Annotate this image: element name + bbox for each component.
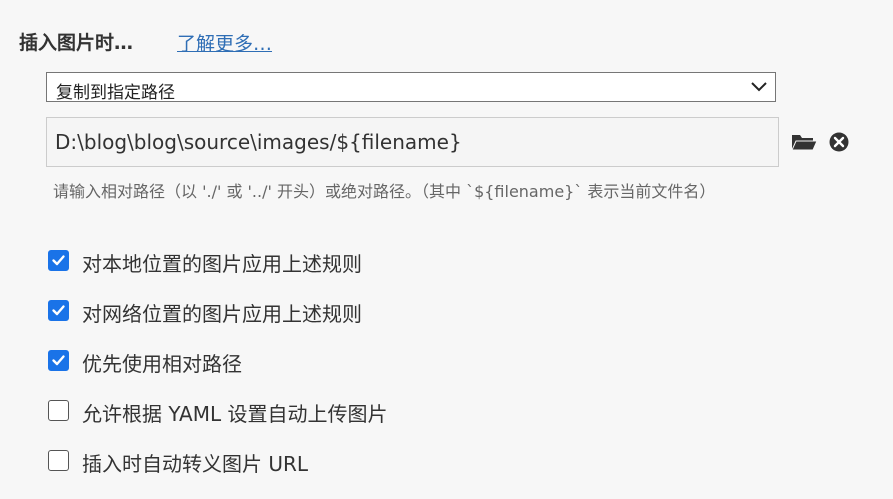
option-label: 允许根据 YAML 设置自动上传图片 [82,402,388,426]
image-path-input[interactable] [46,117,779,167]
checkmark-icon [52,305,65,316]
checkbox-unchecked[interactable] [48,400,69,421]
option-label: 对网络位置的图片应用上述规则 [82,302,362,326]
option-label: 优先使用相对路径 [82,352,242,376]
checkbox-checked[interactable] [48,300,69,321]
checkbox-checked[interactable] [48,250,69,271]
checkbox-unchecked[interactable] [48,450,69,471]
learn-more-link[interactable]: 了解更多… [177,29,272,56]
image-action-select[interactable]: 复制到指定路径 [46,72,776,103]
section-title: 插入图片时… [19,32,134,54]
checkmark-icon [52,255,65,266]
option-label: 对本地位置的图片应用上述规则 [82,252,362,276]
clear-circle-x-icon[interactable] [828,131,850,153]
chevron-down-icon [750,79,768,95]
folder-open-icon[interactable] [790,130,818,154]
image-action-select-value: 复制到指定路径 [56,83,175,103]
checkmark-icon [52,355,65,366]
option-label: 插入时自动转义图片 URL [82,452,309,476]
path-hint-text: 请输入相对路径（以 './' 或 '../' 开头）或绝对路径。（其中 `${f… [53,182,716,201]
checkbox-checked[interactable] [48,350,69,371]
